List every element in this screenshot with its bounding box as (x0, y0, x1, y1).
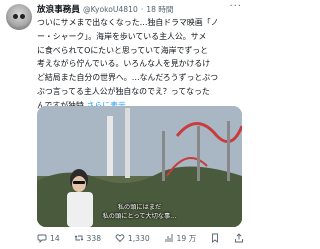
tweet-text: ついにサメまで出なくなった…独自ドラマ映画「ノ ー・シャーク」。海岸を歩いている… (37, 16, 242, 113)
reply-button[interactable]: 14 (37, 233, 60, 243)
retweet-count: 338 (86, 233, 102, 243)
share-icon (235, 233, 243, 243)
user-handle[interactable]: @KyokoU4810 (83, 5, 138, 14)
avatar-eye (20, 14, 25, 19)
tweet-body: ついにサメまで出なくなった…独自ドラマ映画「ノ ー・シャーク」。海岸を歩いている… (37, 18, 219, 110)
like-icon (115, 234, 125, 243)
bookmark-icon (212, 233, 219, 243)
video-thumbnail[interactable]: 私の頭にはまだ 私の頭にとって大切な事… (37, 106, 242, 227)
like-count: 1,330 (127, 233, 150, 243)
tweet-header: 放浪事務員 @KyokoU4810 · 18 時間 (37, 3, 242, 16)
retweet-icon (74, 235, 83, 241)
display-name[interactable]: 放浪事務員 (37, 3, 80, 15)
reply-icon (37, 234, 47, 243)
avatar[interactable] (6, 4, 32, 30)
views-icon (165, 234, 172, 242)
bookmark-button[interactable] (210, 233, 220, 243)
separator-dot: · (140, 4, 144, 14)
like-button[interactable]: 1,330 (115, 233, 150, 243)
action-bar: 14 338 1,330 19 万 (37, 231, 244, 245)
views-button[interactable]: 19 万 (164, 233, 197, 244)
timestamp[interactable]: 18 時間 (146, 4, 173, 15)
retweet-button[interactable]: 338 (74, 233, 102, 243)
share-button[interactable] (234, 233, 244, 243)
avatar-eye (13, 14, 18, 19)
video-caption: 私の頭にはまだ 私の頭にとって大切な事… (102, 204, 177, 220)
more-icon[interactable]: ··· (229, 1, 242, 12)
view-count: 19 万 (176, 233, 197, 243)
reply-count: 14 (50, 233, 60, 243)
